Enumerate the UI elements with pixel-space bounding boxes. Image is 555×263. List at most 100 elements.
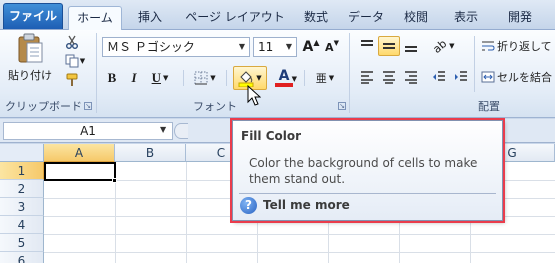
- align-top-button[interactable]: [356, 36, 378, 56]
- fill-handle[interactable]: [112, 178, 117, 183]
- chevron-down-icon[interactable]: ▼: [160, 125, 166, 134]
- font-size-combo[interactable]: 11 ▼: [253, 37, 297, 57]
- font-size-value: 11: [258, 40, 274, 54]
- format-painter-icon: [66, 73, 78, 86]
- name-box[interactable]: A1: [3, 122, 173, 140]
- row-header[interactable]: 6: [0, 252, 44, 263]
- tab-home[interactable]: ホーム: [68, 6, 122, 31]
- font-color-button[interactable]: A ▼: [268, 66, 300, 90]
- chevron-down-icon: ▼: [256, 74, 262, 82]
- tab-view[interactable]: 表示: [446, 6, 486, 30]
- align-bottom-button[interactable]: [400, 36, 422, 56]
- group-divider: [96, 33, 97, 113]
- chevron-down-icon: ▼: [449, 42, 455, 50]
- align-center-icon: [383, 71, 395, 84]
- chevron-down-icon: ▼: [238, 42, 246, 51]
- scissors-icon: [66, 35, 78, 49]
- wrap-text-label: 折り返して: [497, 40, 552, 53]
- border-grid-icon: [194, 71, 208, 85]
- chevron-down-icon: ▼: [285, 42, 293, 51]
- clipboard-group-label: クリップボード: [5, 100, 82, 113]
- grid-line: [44, 234, 555, 235]
- increase-indent-icon: [455, 71, 467, 81]
- tab-developer[interactable]: 開発: [500, 6, 540, 30]
- font-color-label: A: [278, 68, 290, 84]
- column-header[interactable]: A: [44, 144, 115, 162]
- tab-formulas[interactable]: 数式: [296, 6, 336, 30]
- row-header[interactable]: 3: [0, 198, 44, 216]
- active-cell-a1[interactable]: [44, 162, 116, 181]
- select-all-corner[interactable]: [0, 144, 44, 162]
- column-header[interactable]: B: [115, 144, 186, 162]
- tab-insert[interactable]: 挿入: [130, 6, 170, 30]
- cut-button[interactable]: [62, 33, 82, 51]
- row-header[interactable]: 4: [0, 216, 44, 234]
- wrap-text-button[interactable]: 折り返して: [480, 36, 555, 56]
- shrink-arrow-icon: ▼: [333, 39, 339, 47]
- formula-bar-resize-handle[interactable]: [174, 123, 188, 139]
- merge-cells-label: セルを結合: [497, 71, 552, 84]
- orientation-button[interactable]: ab ▼: [428, 36, 460, 56]
- align-center-button[interactable]: [378, 67, 400, 87]
- shrink-font-label: A: [325, 40, 334, 54]
- chevron-down-icon: ▼: [291, 75, 297, 83]
- chevron-down-icon: ▼: [328, 74, 335, 82]
- grow-font-label: A: [302, 39, 314, 55]
- phonetic-button[interactable]: 亜 ▼: [310, 68, 340, 88]
- tell-me-more-link[interactable]: Tell me more: [263, 198, 350, 212]
- tab-page-layout[interactable]: ページ レイアウト: [180, 6, 290, 30]
- font-name-value: ＭＳ Ｐゴシック: [107, 40, 195, 54]
- button-divider: [183, 70, 184, 86]
- paste-label: 貼り付け: [8, 69, 52, 82]
- tooltip-title: Fill Color: [241, 129, 302, 143]
- decrease-indent-icon: [433, 71, 445, 81]
- ribbon: 貼り付け ▼ クリップボード ↘ ＭＳ Ｐゴシック ▼ 11 ▼ A ▲ A ▼…: [0, 30, 555, 118]
- copy-button[interactable]: ▼: [62, 52, 88, 70]
- font-color-swatch: [275, 83, 293, 87]
- italic-button[interactable]: I: [124, 68, 144, 88]
- row-header[interactable]: 5: [0, 234, 44, 252]
- row-header[interactable]: 1: [0, 162, 44, 180]
- group-divider: [349, 33, 350, 113]
- tab-file[interactable]: ファイル: [3, 3, 63, 29]
- row-header[interactable]: 2: [0, 180, 44, 198]
- chevron-down-icon: ▼: [163, 74, 169, 82]
- align-middle-icon: [383, 43, 395, 49]
- name-box-value: A1: [80, 124, 96, 138]
- fill-color-tooltip: Fill Color Color the background of cells…: [230, 118, 505, 223]
- align-middle-button[interactable]: [378, 36, 400, 56]
- font-group-label: フォント: [193, 100, 237, 113]
- shrink-font-button[interactable]: A ▼: [322, 37, 342, 57]
- text-orientation-icon: ab: [430, 36, 450, 56]
- grid-line: [44, 252, 555, 253]
- chevron-down-icon: ▼: [79, 57, 86, 65]
- align-left-button[interactable]: [356, 67, 378, 87]
- font-name-combo[interactable]: ＭＳ Ｐゴシック ▼: [102, 37, 250, 57]
- decrease-indent-button[interactable]: [428, 67, 450, 87]
- borders-button[interactable]: ▼: [190, 68, 220, 88]
- alignment-group-label: 配置: [478, 100, 500, 113]
- paste-button[interactable]: 貼り付け: [8, 32, 52, 86]
- copy-icon: [65, 54, 79, 68]
- tooltip-divider: [239, 193, 496, 194]
- grow-arrow-icon: ▲: [313, 37, 320, 47]
- format-painter-button[interactable]: [62, 71, 82, 89]
- align-right-button[interactable]: [400, 67, 422, 87]
- clipboard-icon: [18, 33, 43, 63]
- align-bottom-icon: [405, 46, 417, 52]
- clipboard-launcher-icon[interactable]: ↘: [84, 102, 92, 110]
- align-right-icon: [405, 71, 417, 84]
- align-left-icon: [361, 71, 373, 84]
- underline-button[interactable]: U ▼: [146, 68, 174, 88]
- font-launcher-icon[interactable]: ↘: [338, 102, 346, 110]
- help-icon[interactable]: ?: [240, 197, 257, 214]
- chevron-down-icon: ▼: [210, 74, 216, 82]
- tab-data[interactable]: データ: [342, 6, 390, 30]
- increase-indent-button[interactable]: [450, 67, 472, 87]
- grow-font-button[interactable]: A ▲: [301, 37, 321, 57]
- bold-button[interactable]: B: [102, 68, 122, 88]
- tooltip-description: Color the background of cells to make th…: [249, 156, 478, 186]
- grid-line: [186, 162, 187, 263]
- tab-review[interactable]: 校閲: [396, 6, 436, 30]
- merge-cells-button[interactable]: セルを結合: [480, 67, 555, 87]
